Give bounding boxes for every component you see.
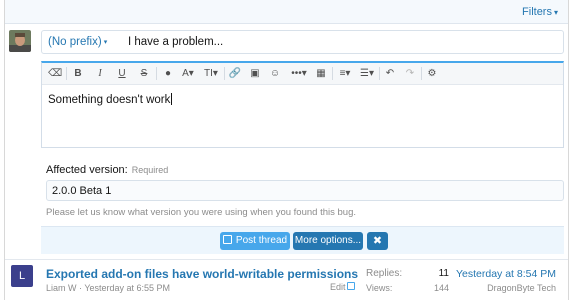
image-icon[interactable]: ▣ — [248, 66, 262, 81]
font-size-button[interactable]: TI▾ — [201, 66, 221, 81]
chevron-down-icon: ▾ — [103, 39, 108, 46]
underline-button[interactable]: U — [115, 66, 129, 81]
bold-button[interactable]: B — [71, 66, 85, 81]
post-thread-button[interactable]: Post thread — [220, 232, 290, 250]
font-family-button[interactable]: A▾ — [179, 66, 197, 81]
filter-bar: Filters ▾ — [5, 0, 568, 24]
list-button[interactable]: ☰▾ — [358, 66, 376, 81]
italic-button[interactable]: I — [93, 66, 107, 81]
affected-version-help: Please let us know what version you were… — [46, 207, 356, 218]
link-icon[interactable]: 🔗 — [228, 66, 242, 81]
required-hint: Required — [131, 165, 169, 175]
last-post-user[interactable]: DragonByte Tech — [487, 283, 556, 293]
color-icon[interactable]: ● — [161, 66, 175, 81]
toolbar-divider — [224, 67, 225, 80]
divider — [5, 259, 568, 260]
prefix-label: (No prefix) — [48, 36, 102, 48]
avatar[interactable]: L — [11, 265, 33, 287]
filters-dropdown[interactable]: Filters ▾ — [522, 6, 558, 18]
user-avatar-image — [9, 30, 31, 52]
affected-version-label-text: Affected version: — [46, 164, 128, 176]
affected-version-label: Affected version: Required — [46, 164, 168, 176]
edit-icon — [222, 235, 232, 244]
toolbar-divider — [156, 67, 157, 80]
more-insert-button[interactable]: •••▾ — [288, 66, 310, 81]
gear-icon[interactable]: ⚙ — [425, 66, 439, 81]
thread-title-field: (No prefix) ▾ I have a problem... — [41, 30, 564, 54]
submit-bar: Post thread More options... ✖ — [41, 226, 564, 254]
edit-link[interactable]: Edit — [330, 282, 346, 292]
redo-icon[interactable]: ↷ — [403, 66, 417, 81]
thread-title-link[interactable]: Exported add-on files have world-writabl… — [46, 267, 358, 281]
replies-count: 11 — [438, 268, 449, 279]
filters-label: Filters — [522, 6, 552, 18]
text-cursor — [171, 93, 173, 105]
prefix-dropdown[interactable]: (No prefix) ▾ — [48, 36, 107, 48]
align-button[interactable]: ≡▾ — [336, 66, 354, 81]
editor-toolbar: ⌫ B I U S ● A▾ TI▾ 🔗 ▣ ☺ •••▾ ▦ ≡▾ ☰▾ ↶ … — [42, 63, 563, 85]
more-options-button[interactable]: More options... — [293, 232, 363, 250]
thread-meta: Liam W · Yesterday at 6:55 PM — [46, 283, 171, 293]
views-count: 144 — [433, 283, 449, 293]
affected-version-input[interactable]: 2.0.0 Beta 1 — [46, 180, 564, 201]
eraser-icon[interactable]: ⌫ — [48, 66, 62, 81]
editor-text: Something doesn't work — [48, 94, 171, 106]
last-post-date[interactable]: Yesterday at 8:54 PM — [456, 268, 556, 280]
toolbar-divider — [332, 67, 333, 80]
media-icon[interactable]: ▦ — [314, 66, 328, 81]
post-thread-label: Post thread — [235, 235, 288, 246]
toolbar-divider — [379, 67, 380, 80]
close-icon[interactable]: ✖ — [367, 232, 388, 250]
smilies-icon[interactable]: ☺ — [268, 66, 282, 81]
thread-list-frame: Filters ▾ (No prefix) ▾ I have a problem..… — [4, 0, 569, 300]
message-editor: ⌫ B I U S ● A▾ TI▾ 🔗 ▣ ☺ •••▾ ▦ ≡▾ ☰▾ ↶ … — [41, 61, 564, 148]
toolbar-divider — [66, 67, 67, 80]
select-checkbox[interactable] — [347, 282, 355, 290]
strikethrough-button[interactable]: S — [137, 66, 151, 81]
avatar[interactable] — [9, 30, 31, 52]
chevron-down-icon: ▾ — [553, 8, 558, 17]
toolbar-divider — [421, 67, 422, 80]
replies-label: Replies: — [366, 268, 403, 279]
title-input[interactable]: I have a problem... — [128, 36, 223, 48]
undo-icon[interactable]: ↶ — [383, 66, 397, 81]
views-label: Views: — [366, 283, 393, 293]
editor-content[interactable]: Something doesn't work — [48, 93, 173, 106]
